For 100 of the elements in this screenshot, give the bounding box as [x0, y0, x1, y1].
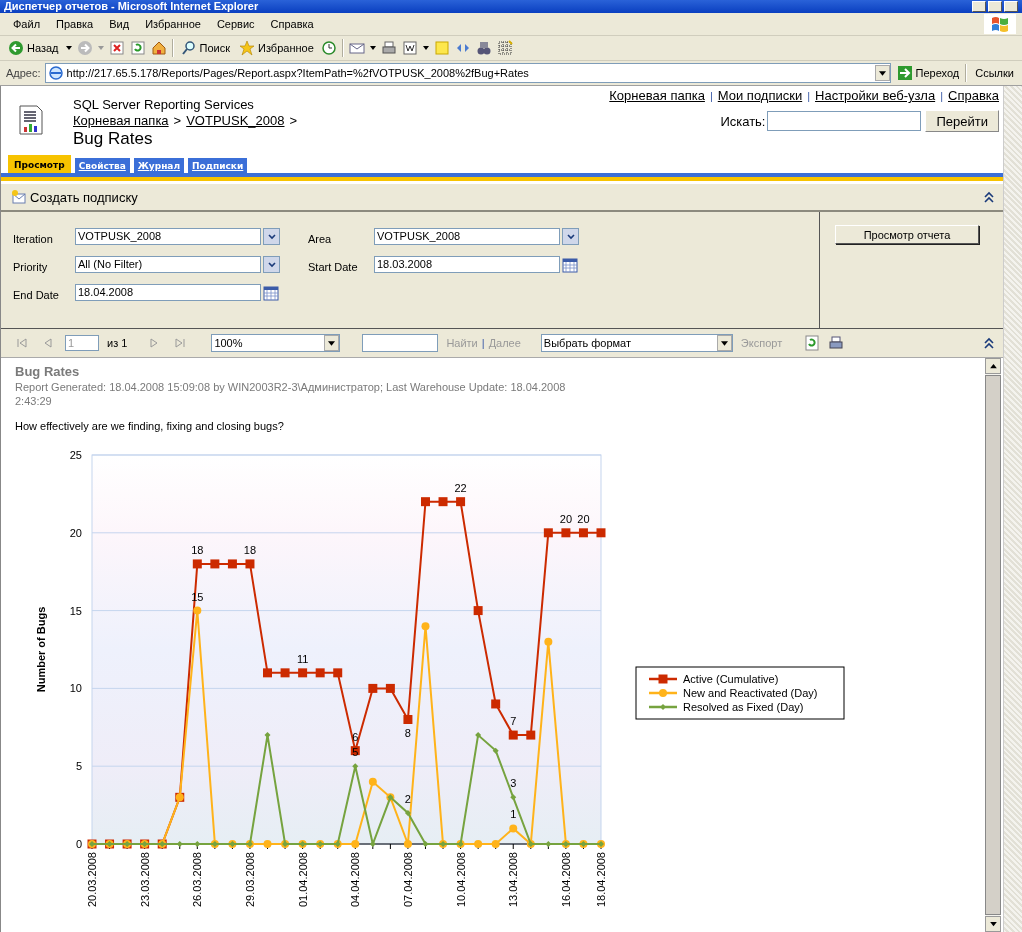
point [192, 559, 202, 569]
x-tick-label: 18.04.2008 [595, 852, 607, 908]
point [561, 528, 571, 538]
point [263, 840, 272, 848]
data-label: 22 [454, 481, 467, 494]
data-label: 7 [510, 715, 517, 728]
tab[interactable]: Просмотр [8, 155, 71, 173]
y-tick-label: 0 [75, 838, 82, 850]
data-label: 3 [510, 777, 517, 790]
header-link[interactable]: Мои подписки [717, 88, 803, 103]
point [368, 777, 377, 786]
data-label: 1 [510, 808, 517, 821]
data-label: 18 [243, 543, 257, 556]
point [333, 668, 343, 678]
legend-label: Active (Cumulative) [683, 673, 779, 685]
point [544, 637, 553, 646]
point [368, 683, 378, 693]
breadcrumb-separator: > [173, 113, 182, 129]
tab[interactable]: Подписки [188, 158, 248, 173]
point [420, 497, 430, 507]
window-title: Диспетчер отчетов - Microsoft Internet Explorer [4, 0, 259, 13]
page-count: из 1 [107, 337, 128, 349]
tab[interactable]: Свойства [74, 158, 130, 173]
parameter-label: Start Date [308, 259, 359, 273]
parameter-field[interactable]: All (No Filter) [75, 256, 261, 273]
x-tick-label: 16.04.2008 [559, 852, 572, 908]
header-link[interactable]: Настройки веб-узла [815, 88, 936, 103]
search-button[interactable]: Поиск [178, 40, 232, 56]
point [385, 683, 395, 693]
point [473, 606, 483, 616]
point [509, 824, 518, 833]
zoom-dropdown[interactable]: 100% [211, 334, 341, 352]
create-subscription-link[interactable]: Создать подписку [11, 189, 138, 205]
x-tick-label: 10.04.2008 [454, 852, 467, 908]
point [491, 840, 500, 848]
menu-item[interactable]: Избранное [138, 18, 208, 30]
parameter-field[interactable]: VOTPUSK_2008 [75, 228, 261, 245]
menu-item[interactable]: Сервис [209, 18, 262, 30]
report-question: How effectively are we finding, fixing and closing bugs? [15, 420, 285, 432]
point [315, 668, 325, 678]
point [227, 559, 237, 569]
point [491, 699, 501, 709]
point [245, 559, 255, 569]
point [456, 497, 466, 507]
menu-item[interactable]: Правка [49, 18, 101, 30]
data-label: 18 [191, 543, 204, 556]
back-button[interactable]: Назад [6, 40, 61, 56]
data-label: 11 [296, 652, 309, 665]
point [510, 794, 517, 801]
go-button[interactable]: Переход [894, 65, 962, 81]
point [475, 732, 482, 739]
x-tick-label: 13.04.2008 [507, 852, 520, 908]
point [438, 497, 448, 507]
menu-item[interactable]: Справка [263, 18, 321, 30]
parameter-field[interactable]: VOTPUSK_2008 [374, 228, 560, 245]
header-link[interactable]: Справка [948, 88, 999, 103]
breadcrumb-link[interactable]: VOTPUSK_2008 [186, 113, 285, 129]
x-tick-label: 20.03.2008 [86, 852, 98, 908]
point [263, 668, 273, 678]
legend-label: New and Reactivated (Day) [683, 687, 818, 699]
x-tick-label: 07.04.2008 [401, 852, 414, 908]
report-generated-text: Report Generated: 18.04.2008 15:09:08 by WIN2003R2-3\Администратор; Last Warehouse Update: 18.04.2008 2:43:29 [15, 380, 567, 408]
link-separator: | [709, 89, 713, 102]
go-button[interactable]: Перейти [925, 110, 999, 132]
y-tick-label: 20 [69, 526, 82, 539]
toolbar-separator: | [481, 337, 485, 349]
favorites-button[interactable]: Избранное [237, 40, 316, 56]
point [421, 622, 430, 631]
parameter-label: Iteration [13, 231, 54, 245]
link-separator: | [940, 89, 943, 102]
report-title: Bug Rates [15, 364, 81, 380]
links-button[interactable]: Ссылки [971, 67, 1018, 79]
y-tick-label: 10 [69, 682, 82, 695]
parameter-field[interactable]: 18.03.2008 [374, 256, 560, 273]
point [596, 528, 606, 538]
point [351, 840, 360, 848]
point [298, 668, 308, 678]
x-tick-label: 29.03.2008 [243, 852, 256, 908]
parameter-field[interactable]: 18.04.2008 [75, 284, 261, 301]
breadcrumb-link[interactable]: Корневая папка [73, 113, 169, 129]
format-dropdown[interactable]: Выбрать формат [540, 334, 733, 352]
address-field[interactable]: http://217.65.5.178/Reports/Pages/Report.aspx?ItemPath=%2fVOTPUSK_2008%2fBug+Rates [44, 63, 891, 83]
address-label: Адрес: [6, 67, 41, 79]
point [404, 809, 411, 816]
point [508, 730, 518, 740]
x-tick-label: 04.04.2008 [349, 852, 362, 908]
x-tick-label: 26.03.2008 [191, 852, 204, 908]
menu-item[interactable]: Файл [6, 18, 48, 30]
header-link[interactable]: Корневая папка [609, 88, 705, 103]
point [403, 715, 413, 725]
tab[interactable]: Журнал [133, 158, 185, 173]
y-tick-label: 15 [69, 604, 82, 617]
view-report-button[interactable]: Просмотр отчета [835, 225, 979, 244]
product-name: SQL Server Reporting Services [73, 97, 255, 113]
data-label: 2 [404, 792, 411, 805]
point [403, 840, 412, 848]
data-label: 8 [404, 726, 411, 739]
menu-item[interactable]: Вид [102, 18, 137, 30]
point [193, 606, 202, 615]
x-tick-label: 23.03.2008 [138, 852, 151, 908]
